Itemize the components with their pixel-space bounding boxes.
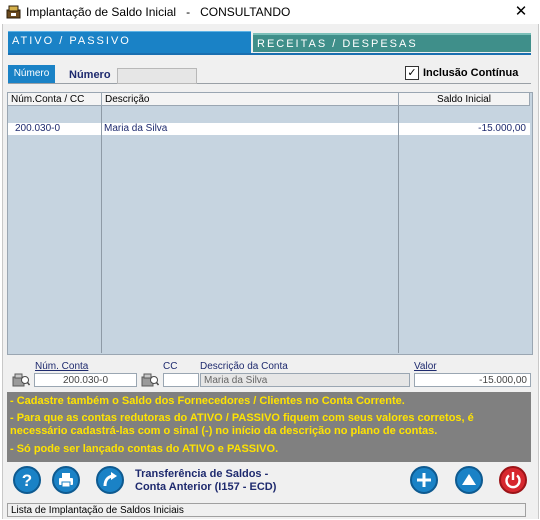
app-icon: [6, 5, 21, 19]
cc-lookup-icon[interactable]: [141, 373, 159, 387]
cc-label: CC: [163, 361, 178, 372]
move-up-button[interactable]: [455, 466, 483, 494]
column-divider: [101, 106, 102, 353]
add-button[interactable]: [410, 466, 438, 494]
status-bar: Lista de Implantação de Saldos Iniciais: [7, 503, 526, 517]
cell-saldo: -15.000,00: [478, 123, 526, 134]
transfer-saldos-link[interactable]: Transferência de Saldos - Conta Anterior…: [135, 468, 276, 494]
descricao-conta-field: Maria da Silva: [200, 373, 410, 387]
descricao-conta-label: Descrição da Conta: [200, 361, 288, 372]
close-icon[interactable]: ✕: [512, 3, 530, 21]
grid-blank-row: [8, 107, 530, 121]
num-conta-input[interactable]: 200.030-0: [34, 373, 137, 387]
cc-input[interactable]: [163, 373, 199, 387]
info-line-3: necessário cadastrá-las com o sinal (-) …: [10, 425, 438, 437]
info-line-1: - Cadastre também o Saldo dos Fornecedor…: [10, 395, 405, 407]
title-bar: Implantação de Saldo Inicial - CONSULTAN…: [0, 0, 540, 24]
add-icon: [417, 473, 431, 487]
tab-receitas-despesas[interactable]: RECEITAS / DESPESAS: [253, 33, 531, 52]
inclusao-continua-checkbox[interactable]: ✓: [405, 66, 419, 80]
transfer-arrow-icon: [103, 472, 117, 487]
column-divider: [398, 106, 399, 353]
inclusao-continua-label: Inclusão Contínua: [423, 67, 519, 79]
transfer-button[interactable]: [96, 466, 124, 494]
column-header-descricao[interactable]: Descrição: [102, 93, 399, 106]
svg-text:?: ?: [22, 471, 32, 490]
help-icon: ?: [22, 471, 32, 490]
window-title: Implantação de Saldo Inicial - CONSULTAN…: [26, 5, 291, 19]
transfer-line-1: Transferência de Saldos -: [135, 468, 269, 480]
cell-descricao: Maria da Silva: [104, 123, 168, 134]
info-line-2: - Para que as contas redutoras do ATIVO …: [10, 412, 474, 424]
print-icon: [59, 473, 73, 488]
tab-numero[interactable]: Número: [8, 65, 55, 83]
numero-label: Número: [69, 69, 111, 81]
num-conta-label: Núm. Conta: [35, 361, 89, 372]
arrow-up-icon: [462, 474, 476, 485]
row-divider: [398, 123, 399, 135]
valor-input[interactable]: -15.000,00: [414, 373, 531, 387]
valor-label: Valor: [414, 361, 437, 372]
table-row[interactable]: 200.030-0 Maria da Silva -15.000,00: [8, 123, 530, 135]
power-icon: [505, 472, 521, 489]
account-lookup-icon[interactable]: [12, 373, 30, 387]
print-button[interactable]: [52, 466, 80, 494]
column-header-conta[interactable]: Núm.Conta / CC: [8, 93, 102, 106]
subtab-divider: [8, 83, 531, 84]
exit-button[interactable]: [499, 466, 527, 494]
row-divider: [101, 123, 102, 135]
info-panel: - Cadastre também o Saldo dos Fornecedor…: [7, 392, 531, 462]
numero-search-field[interactable]: [117, 68, 197, 84]
help-button[interactable]: ?: [13, 466, 41, 494]
info-line-4: - Só pode ser lançado contas do ATIVO e …: [10, 443, 279, 455]
tab-ativo-passivo[interactable]: ATIVO / PASSIVO: [8, 31, 251, 53]
transfer-line-2: Conta Anterior (I157 - ECD): [135, 481, 277, 493]
column-header-saldo[interactable]: Saldo Inicial: [399, 93, 530, 106]
tab-underline: [8, 53, 531, 55]
cell-conta: 200.030-0: [15, 123, 61, 134]
